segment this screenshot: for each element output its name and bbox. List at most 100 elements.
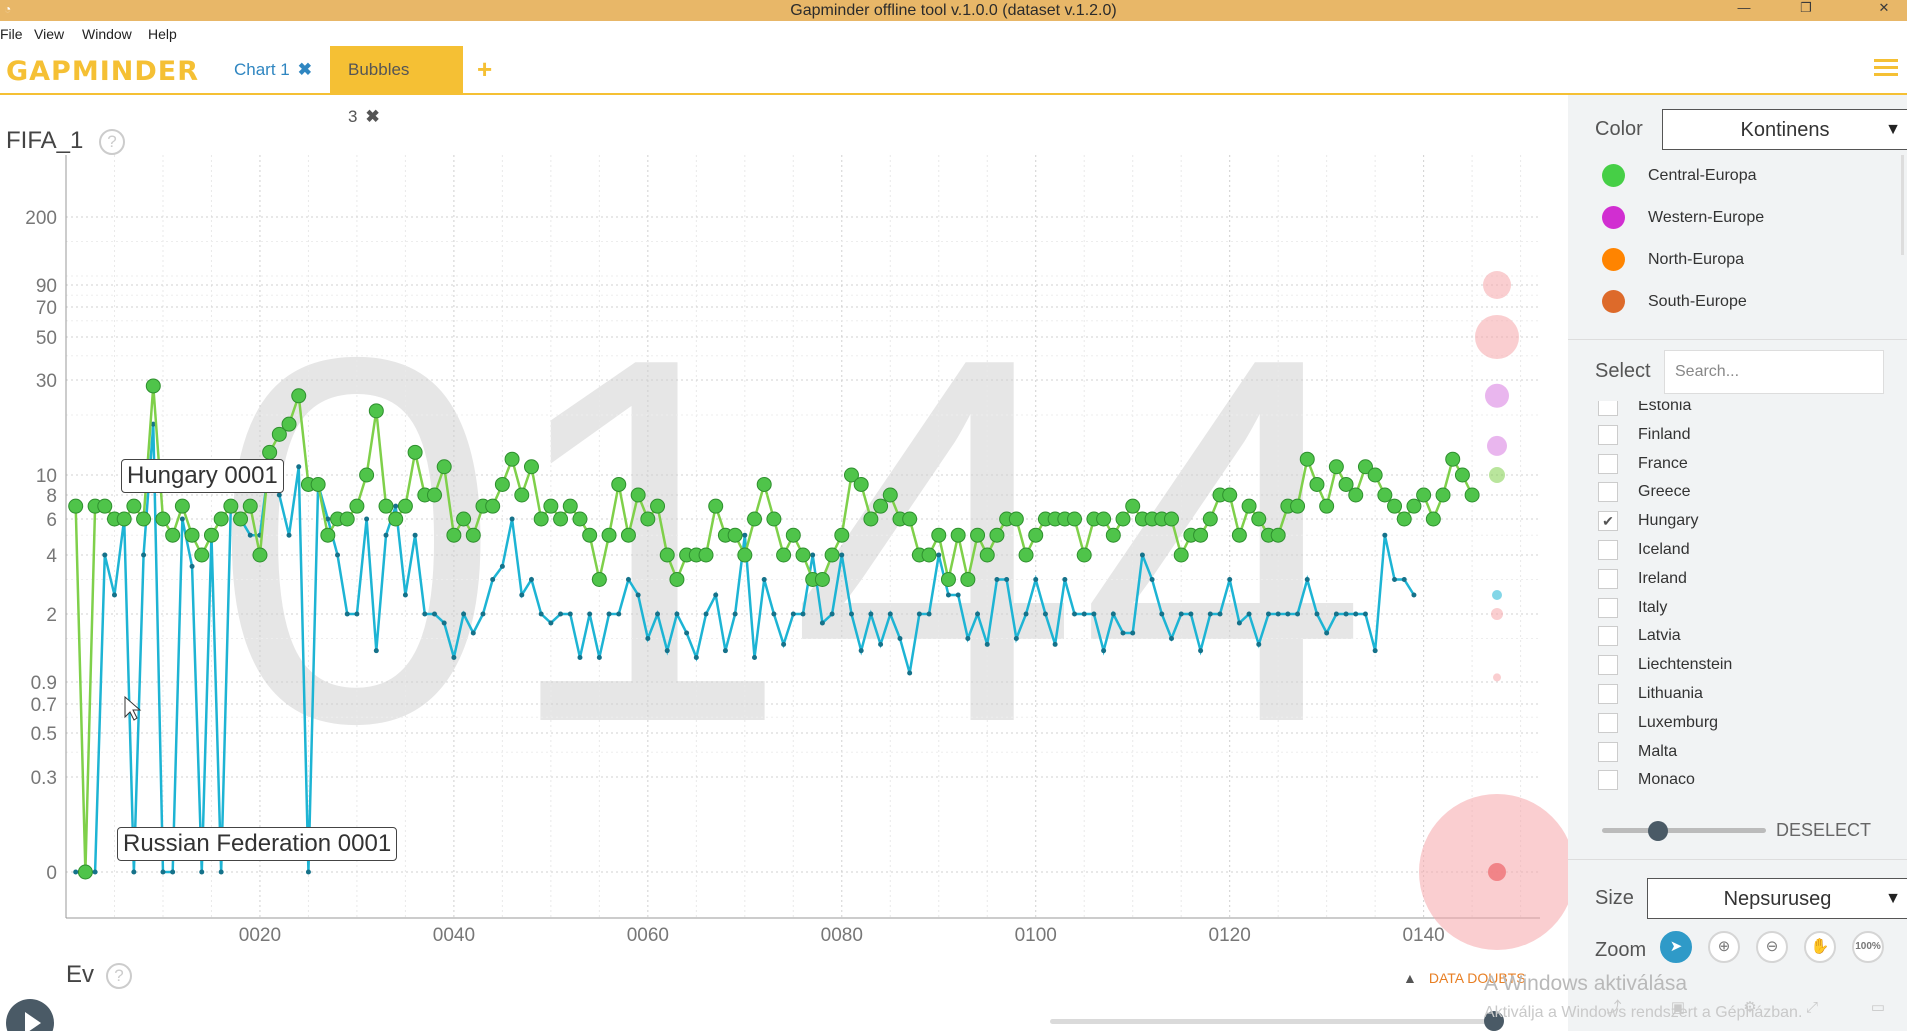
data-point xyxy=(1416,487,1432,503)
data-point xyxy=(887,611,893,617)
data-point xyxy=(1377,487,1393,503)
pan-hand-icon[interactable]: ✋ xyxy=(1804,931,1836,963)
country-item[interactable]: France xyxy=(1596,451,1876,475)
data-point xyxy=(1299,451,1315,467)
country-item[interactable]: ✔ Hungary xyxy=(1596,508,1876,532)
country-item[interactable]: Iceland xyxy=(1596,537,1876,561)
russia-label[interactable]: Russian Federation 0001 xyxy=(117,827,398,861)
color-dropdown[interactable]: Kontinens ▼ xyxy=(1662,109,1907,150)
menu-window[interactable]: Window xyxy=(82,26,132,42)
country-item[interactable]: Greece xyxy=(1596,479,1876,503)
data-point xyxy=(184,527,200,543)
data-point xyxy=(1256,641,1262,647)
save-icon[interactable]: ▭ xyxy=(1864,994,1892,1022)
country-item[interactable]: Ireland xyxy=(1596,566,1876,590)
data-point xyxy=(1382,532,1388,538)
country-item[interactable]: Finland xyxy=(1596,422,1876,446)
data-point xyxy=(281,416,297,432)
size-dropdown[interactable]: Nepsuruseg ▼ xyxy=(1647,878,1907,919)
country-item[interactable]: Monaco xyxy=(1596,767,1876,791)
data-point xyxy=(1130,630,1136,636)
color-label: Color xyxy=(1595,118,1643,140)
menu-file[interactable]: File xyxy=(0,26,23,42)
data-point xyxy=(1411,592,1417,598)
country-checkbox[interactable] xyxy=(1598,712,1618,733)
x-help-icon[interactable]: ? xyxy=(106,963,132,989)
data-point xyxy=(514,487,530,503)
data-point xyxy=(882,487,898,503)
hungary-label[interactable]: Hungary 0001 xyxy=(121,459,284,493)
country-checkbox[interactable] xyxy=(1598,770,1618,791)
y-tick-label: 2 xyxy=(46,605,57,626)
country-item[interactable]: Lithuania xyxy=(1596,681,1876,705)
data-point xyxy=(727,527,743,543)
side-panel: Color Kontinens ▼ Central-Europa Western-… xyxy=(1568,95,1907,1031)
close-tab-icon[interactable]: ✖ xyxy=(298,60,312,79)
country-item[interactable]: Latvia xyxy=(1596,623,1876,647)
y-help-icon[interactable]: ? xyxy=(99,129,125,155)
country-label: Greece xyxy=(1638,483,1691,501)
data-point xyxy=(349,498,365,514)
search-input[interactable]: Search... xyxy=(1664,350,1884,394)
country-item[interactable]: Liechtenstein xyxy=(1596,652,1876,676)
data-point xyxy=(165,527,181,543)
country-checkbox[interactable] xyxy=(1598,453,1618,474)
country-checkbox[interactable] xyxy=(1598,482,1618,503)
data-point xyxy=(1173,547,1189,563)
tab-chart-1[interactable]: Chart 1 ✖ xyxy=(216,46,330,93)
country-checkbox[interactable] xyxy=(1598,424,1618,445)
tab-bubbles-3[interactable]: Bubbles 3 ✖ xyxy=(330,46,463,126)
restore-button[interactable]: ❐ xyxy=(1790,0,1822,21)
country-item[interactable]: Estonia xyxy=(1596,401,1876,417)
opacity-slider-track[interactable] xyxy=(1602,828,1766,833)
data-point xyxy=(1295,611,1301,617)
zoom-out-icon[interactable]: ⊖ xyxy=(1756,931,1788,963)
legend-scrollbar[interactable] xyxy=(1901,155,1904,255)
country-checkbox[interactable] xyxy=(1598,568,1618,589)
country-checkbox[interactable] xyxy=(1598,655,1618,676)
country-checkbox[interactable] xyxy=(1598,684,1618,704)
data-point xyxy=(1139,552,1145,558)
data-point xyxy=(1367,467,1383,483)
data-point xyxy=(296,464,302,470)
line-chart[interactable]: 0144200907050301086420.90.70.50.300020 00… xyxy=(0,95,1568,1031)
zoom-controls: ➤ ⊕ ⊖ ✋ 100% xyxy=(1660,931,1900,971)
data-point xyxy=(383,532,389,538)
opacity-slider-handle[interactable] xyxy=(1648,821,1668,841)
x-tick-label: 0020 xyxy=(239,925,281,946)
close-button[interactable]: ✕ xyxy=(1868,0,1900,21)
minimize-button[interactable]: — xyxy=(1728,0,1760,21)
zoom-in-icon[interactable]: ⊕ xyxy=(1708,931,1740,963)
data-point xyxy=(630,487,646,503)
country-item[interactable]: Italy xyxy=(1596,595,1876,619)
add-tab-button[interactable]: + xyxy=(477,54,492,85)
menu-view[interactable]: View xyxy=(34,26,64,42)
data-point xyxy=(1222,487,1238,503)
data-point xyxy=(364,516,370,522)
data-point xyxy=(926,611,932,617)
deselect-button[interactable]: DESELECT xyxy=(1776,820,1871,841)
data-point xyxy=(674,611,680,617)
menu-help[interactable]: Help xyxy=(148,26,177,42)
country-checkbox[interactable] xyxy=(1598,540,1618,560)
data-point xyxy=(436,459,452,475)
country-checkbox[interactable] xyxy=(1598,741,1618,762)
data-point xyxy=(572,511,588,527)
data-point xyxy=(427,487,442,503)
data-point xyxy=(960,571,976,587)
pointer-icon[interactable]: ➤ xyxy=(1660,931,1692,963)
country-item[interactable]: Malta xyxy=(1596,739,1876,763)
hamburger-menu-icon[interactable] xyxy=(1874,59,1898,80)
y-axis-title[interactable]: FIFA_1 xyxy=(6,127,83,155)
country-checkbox[interactable] xyxy=(1598,401,1618,416)
country-checkbox[interactable] xyxy=(1598,597,1618,618)
zoom-100-button[interactable]: 100% xyxy=(1852,931,1884,963)
country-checkbox[interactable]: ✔ xyxy=(1598,511,1618,532)
country-item[interactable]: Luxemburg xyxy=(1596,710,1876,734)
time-slider-track[interactable] xyxy=(1050,1019,1495,1024)
data-point xyxy=(68,498,84,514)
data-point xyxy=(451,655,457,661)
data-point xyxy=(1178,611,1184,617)
country-checkbox[interactable] xyxy=(1598,626,1618,647)
x-axis-title[interactable]: Ev xyxy=(66,961,94,989)
